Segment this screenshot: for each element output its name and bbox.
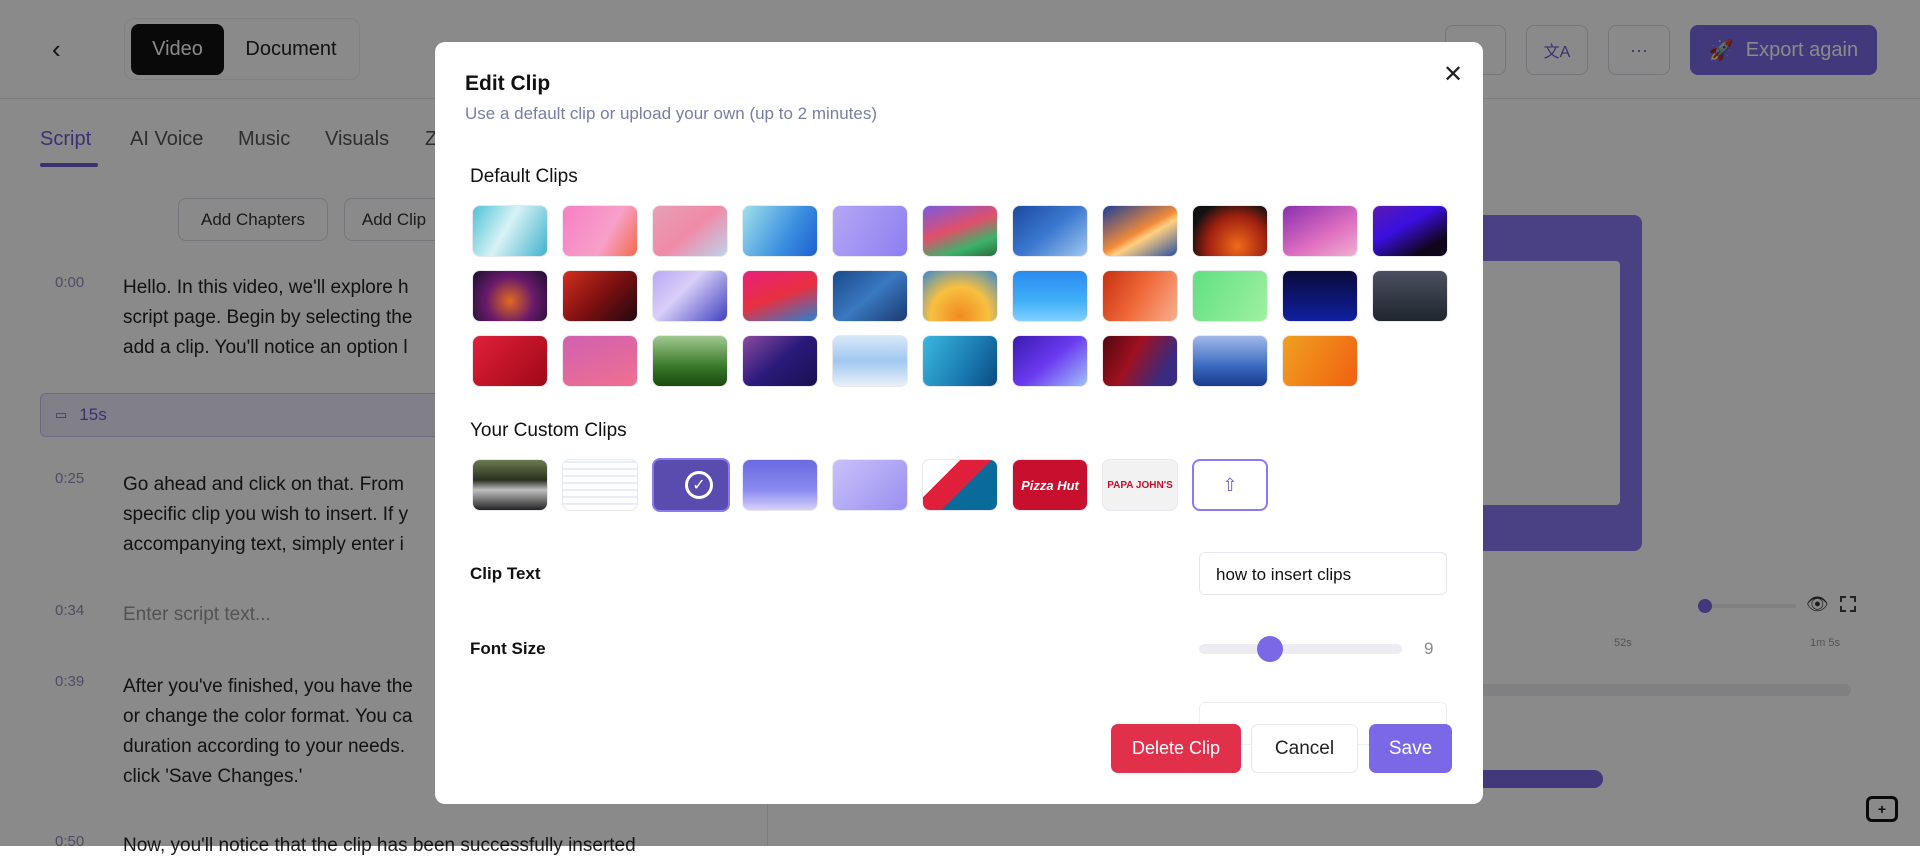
font-size-slider-thumb[interactable] <box>1257 636 1283 662</box>
custom-clip-screenshot[interactable] <box>562 459 638 511</box>
modal-subtitle: Use a default clip or upload your own (u… <box>465 104 878 123</box>
default-clip-tile[interactable] <box>832 335 908 387</box>
custom-clip-clouds[interactable] <box>742 459 818 511</box>
custom-clip-dominos-logo[interactable] <box>922 459 998 511</box>
default-clip-tile[interactable] <box>1372 205 1448 257</box>
upload-icon: ⇧ <box>1222 474 1238 495</box>
default-clip-tile[interactable] <box>472 205 548 257</box>
custom-clip-person[interactable] <box>472 459 548 511</box>
custom-clip-selected[interactable]: ✓ <box>652 458 730 512</box>
clip-text-label: Clip Text <box>470 564 541 583</box>
default-clip-tile[interactable] <box>742 205 818 257</box>
font-size-value: 9 <box>1424 639 1434 658</box>
default-clip-tile[interactable] <box>832 270 908 322</box>
default-clip-tile[interactable] <box>652 205 728 257</box>
cancel-button[interactable]: Cancel <box>1251 724 1358 773</box>
default-clip-tile[interactable] <box>1282 335 1358 387</box>
modal-title: Edit Clip <box>465 72 551 95</box>
font-size-label: Font Size <box>470 639 546 658</box>
check-circle-icon: ✓ <box>685 471 713 499</box>
default-clip-tile[interactable] <box>832 205 908 257</box>
close-icon[interactable]: ✕ <box>1443 60 1463 89</box>
default-clip-tile[interactable] <box>562 205 638 257</box>
edit-clip-modal: Edit Clip Use a default clip or upload y… <box>435 42 1483 804</box>
default-clip-tile[interactable] <box>922 270 998 322</box>
default-clip-tile[interactable] <box>652 270 728 322</box>
default-clips-heading: Default Clips <box>470 166 578 187</box>
default-clip-tile[interactable] <box>562 335 638 387</box>
delete-clip-button[interactable]: Delete Clip <box>1111 724 1241 773</box>
default-clip-tile[interactable] <box>1282 270 1358 322</box>
default-clip-tile[interactable] <box>1192 335 1268 387</box>
custom-clips-heading: Your Custom Clips <box>470 420 627 441</box>
default-clip-tile[interactable] <box>1012 335 1088 387</box>
default-clip-tile[interactable] <box>472 270 548 322</box>
default-clip-tile[interactable] <box>1012 205 1088 257</box>
papajohns-logo-text: PAPA JOHN'S <box>1107 479 1173 491</box>
default-clip-tile[interactable] <box>1102 335 1178 387</box>
default-clip-tile[interactable] <box>1192 205 1268 257</box>
custom-clip-lavender[interactable] <box>832 459 908 511</box>
default-clip-tile[interactable] <box>742 270 818 322</box>
default-clip-tile[interactable] <box>742 335 818 387</box>
upload-clip-button[interactable]: ⇧ <box>1192 459 1268 511</box>
default-clip-tile[interactable] <box>922 205 998 257</box>
default-clip-tile[interactable] <box>922 335 998 387</box>
default-clip-tile[interactable] <box>652 335 728 387</box>
default-clip-tile[interactable] <box>562 270 638 322</box>
custom-clip-papajohns-logo[interactable]: PAPA JOHN'S <box>1102 459 1178 511</box>
default-clip-tile[interactable] <box>1282 205 1358 257</box>
default-clip-tile[interactable] <box>1372 270 1448 322</box>
pizzahut-logo-text: Pizza Hut <box>1021 477 1079 493</box>
custom-clip-pizzahut-logo[interactable]: Pizza Hut <box>1012 459 1088 511</box>
default-clip-tile[interactable] <box>1192 270 1268 322</box>
default-clip-tile[interactable] <box>472 335 548 387</box>
save-button[interactable]: Save <box>1369 724 1452 773</box>
default-clip-tile[interactable] <box>1102 205 1178 257</box>
default-clip-tile[interactable] <box>1102 270 1178 322</box>
clip-text-input[interactable]: how to insert clips <box>1199 552 1447 595</box>
font-size-slider-track[interactable] <box>1199 644 1402 654</box>
default-clip-tile[interactable] <box>1012 270 1088 322</box>
